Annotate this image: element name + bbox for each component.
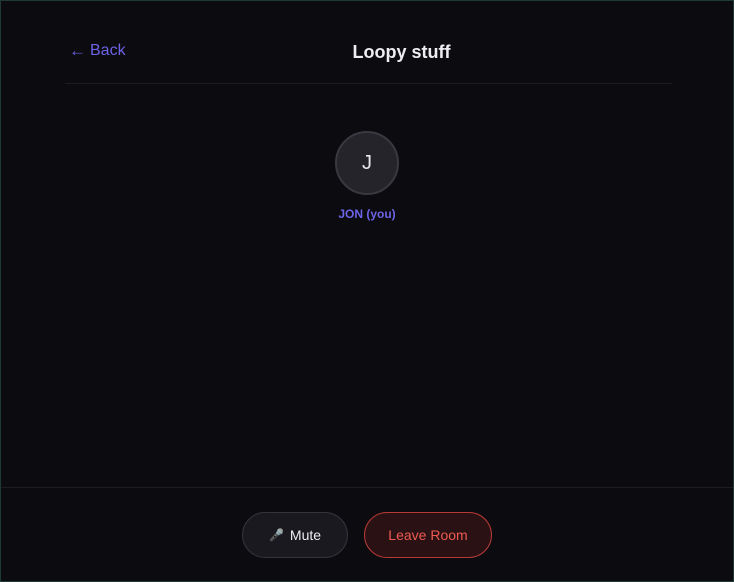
controls-bar: 🎤 Mute Leave Room xyxy=(1,487,733,581)
participant-tile: J JON (you) xyxy=(317,131,417,221)
room-header: ← Back Loopy stuff xyxy=(65,1,672,84)
avatar: J xyxy=(335,131,399,195)
leave-room-button[interactable]: Leave Room xyxy=(364,512,492,558)
room-title: Loopy stuff xyxy=(352,42,451,62)
mute-button[interactable]: 🎤 Mute xyxy=(242,512,348,558)
microphone-icon: 🎤 xyxy=(268,528,284,542)
participant-name: JON (you) xyxy=(338,207,396,221)
mute-label: Mute xyxy=(289,527,322,543)
